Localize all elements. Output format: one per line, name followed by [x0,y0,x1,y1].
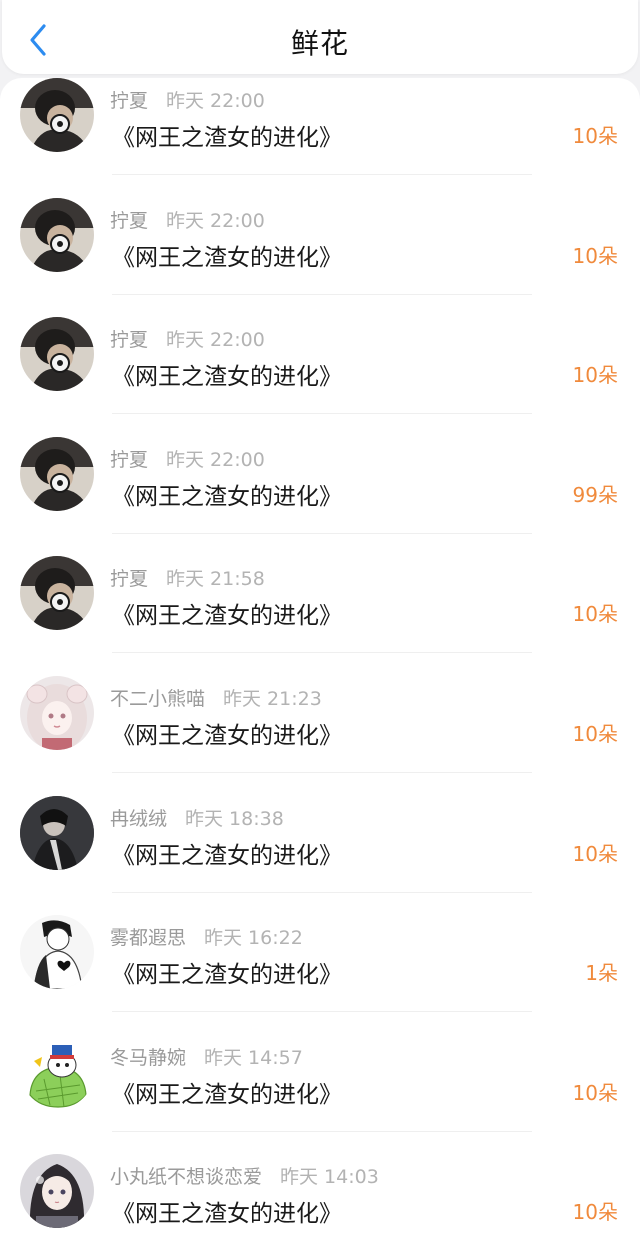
user-avatar[interactable] [20,1034,94,1109]
book-title: 《网王之渣女的进化》 [112,364,342,391]
cartoon-mascot-avatar [20,1034,94,1109]
book-title: 《网王之渣女的进化》 [112,603,342,630]
user-avatar[interactable] [20,795,94,870]
flower-list: 拧夏 昨天 22:00 《网王之渣女的进化》 10朵 拧夏 昨天 22:00 《网王… [0,78,640,1236]
user-avatar[interactable] [20,436,94,511]
book-title: 《网王之渣女的进化》 [112,722,342,749]
boy-headphones-avatar [20,197,94,272]
row-meta: 冬马静婉 昨天 14:57 [110,1043,303,1070]
anime-girl-pink-avatar [20,675,94,750]
flower-count: 10朵 [572,721,618,746]
list-item[interactable]: 拧夏 昨天 22:00 《网王之渣女的进化》 10朵 [0,78,640,198]
flower-count: 1朵 [585,961,618,986]
flower-count: 10朵 [572,124,618,148]
list-item[interactable]: 冬马静婉 昨天 14:57 《网王之渣女的进化》 10朵 [0,1034,640,1155]
user-avatar[interactable] [20,197,94,272]
book-title: 《网王之渣女的进化》 [112,244,342,271]
divider [112,1130,532,1132]
user-name: 不二小熊喵 [110,687,206,710]
timestamp: 昨天 22:00 [166,90,265,112]
list-item[interactable]: 不二小熊喵 昨天 21:23 《网王之渣女的进化》 10朵 [0,675,640,796]
list-item[interactable]: 拧夏 昨天 21:58 《网王之渣女的进化》 10朵 [0,556,640,676]
book-title: 《网王之渣女的进化》 [112,842,342,869]
timestamp: 昨天 22:00 [166,209,265,232]
boy-headphones-avatar [20,317,94,392]
user-name: 雾都遐思 [110,927,187,950]
row-meta: 拧夏 昨天 22:00 [110,86,265,113]
page-title: 鲜花 [290,27,349,60]
row-meta: 不二小熊喵 昨天 21:23 [110,684,322,711]
list-item[interactable]: 小丸纸不想谈恋爱 昨天 14:03 《网王之渣女的进化》 10朵 [0,1154,640,1236]
flower-count: 10朵 [572,363,618,388]
divider [112,891,532,893]
user-avatar[interactable] [20,78,94,152]
user-name: 冉绒绒 [110,807,168,830]
divider [112,1011,532,1013]
timestamp: 昨天 22:00 [166,329,265,352]
row-meta: 拧夏 昨天 22:00 [110,206,265,233]
book-title: 《网王之渣女的进化》 [112,1201,342,1228]
list-item[interactable]: 拧夏 昨天 22:00 《网王之渣女的进化》 10朵 [0,197,640,318]
dark-figure-avatar [20,795,94,870]
top-bar: 鲜花 [2,0,638,74]
user-avatar[interactable] [20,915,94,990]
timestamp: 昨天 16:22 [204,927,303,950]
list-item[interactable]: 拧夏 昨天 22:00 《网王之渣女的进化》 10朵 [0,317,640,437]
flower-count: 99朵 [572,482,618,507]
user-name: 拧夏 [110,448,149,471]
row-meta: 拧夏 昨天 22:00 [110,445,265,472]
user-avatar[interactable] [20,675,94,750]
boy-headphones-avatar [20,78,94,152]
divider [112,771,532,773]
book-title: 《网王之渣女的进化》 [112,483,342,510]
user-avatar[interactable] [20,317,94,392]
user-avatar[interactable] [20,1154,94,1229]
timestamp: 昨天 14:03 [280,1166,379,1189]
row-meta: 小丸纸不想谈恋爱 昨天 14:03 [110,1162,379,1189]
book-title: 《网王之渣女的进化》 [112,125,342,151]
flower-count: 10朵 [572,1080,618,1105]
divider [112,413,532,415]
boy-headphones-avatar [20,556,94,631]
user-name: 冬马静婉 [110,1046,187,1069]
timestamp: 昨天 14:57 [204,1046,303,1069]
book-title: 《网王之渣女的进化》 [112,1081,342,1108]
flower-count: 10朵 [572,243,618,268]
user-name: 拧夏 [110,90,149,112]
anime-girl-avatar [20,1154,94,1229]
user-name: 拧夏 [110,329,149,352]
flower-count: 10朵 [572,602,618,627]
user-name: 小丸纸不想谈恋爱 [110,1166,263,1189]
timestamp: 昨天 22:00 [166,448,265,471]
divider [112,532,532,534]
divider [112,174,532,175]
sketch-heart-avatar [20,915,94,990]
timestamp: 昨天 21:23 [223,687,322,710]
divider [112,652,532,654]
row-meta: 冉绒绒 昨天 18:38 [110,804,284,831]
user-name: 拧夏 [110,209,149,232]
row-meta: 雾都遐思 昨天 16:22 [110,923,303,950]
user-avatar[interactable] [20,556,94,631]
flower-count: 10朵 [572,1200,618,1225]
timestamp: 昨天 21:58 [166,568,265,591]
flower-count: 10朵 [572,841,618,866]
list-item[interactable]: 雾都遐思 昨天 16:22 《网王之渣女的进化》 1朵 [0,915,640,1035]
row-meta: 拧夏 昨天 22:00 [110,325,265,352]
row-meta: 拧夏 昨天 21:58 [110,564,265,591]
list-item[interactable]: 冉绒绒 昨天 18:38 《网王之渣女的进化》 10朵 [0,795,640,916]
timestamp: 昨天 18:38 [185,807,284,830]
user-name: 拧夏 [110,568,149,591]
book-title: 《网王之渣女的进化》 [112,962,342,989]
boy-headphones-avatar [20,436,94,511]
divider [112,293,532,295]
list-item[interactable]: 拧夏 昨天 22:00 《网王之渣女的进化》 99朵 [0,436,640,557]
